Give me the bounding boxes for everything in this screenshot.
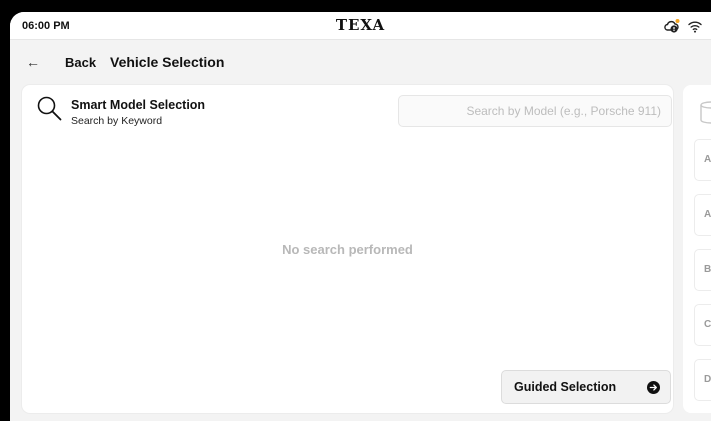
- brand-letter-button[interactable]: A: [694, 194, 711, 236]
- back-button[interactable]: Back: [65, 55, 96, 70]
- brand-letter-button[interactable]: C: [694, 304, 711, 346]
- cloud-notification-icon[interactable]: [663, 18, 681, 34]
- search-icon: [37, 96, 62, 121]
- smart-selection-title: Smart Model Selection: [71, 98, 206, 112]
- empty-state-message: No search performed: [282, 242, 413, 257]
- smart-selection-subtitle: Search by Keyword: [71, 115, 163, 127]
- page-title: Vehicle Selection: [110, 54, 225, 70]
- app-screen: 06:00 PM TEXA ← Back Vehicle Selection S…: [10, 12, 711, 421]
- brand-index-panel: A A B C D: [683, 85, 711, 413]
- wifi-icon[interactable]: [687, 18, 703, 34]
- brand-letter-button[interactable]: A: [694, 139, 711, 181]
- navigation-bar: ← Back Vehicle Selection: [10, 40, 711, 84]
- brand-logo: TEXA: [335, 16, 386, 34]
- model-search-input[interactable]: [398, 95, 672, 127]
- smart-selection-card: Smart Model Selection Search by Keyword …: [22, 85, 673, 413]
- guided-selection-button[interactable]: Guided Selection: [501, 370, 671, 404]
- status-bar: 06:00 PM TEXA: [10, 12, 711, 40]
- brand-letter-button[interactable]: B: [694, 249, 711, 291]
- brand-letter-button[interactable]: D: [694, 359, 711, 401]
- arrow-right-circle-icon: [647, 380, 660, 394]
- back-arrow-icon[interactable]: ←: [24, 53, 42, 71]
- database-icon: [700, 101, 711, 124]
- guided-selection-label: Guided Selection: [514, 380, 617, 394]
- status-icons: [663, 18, 703, 34]
